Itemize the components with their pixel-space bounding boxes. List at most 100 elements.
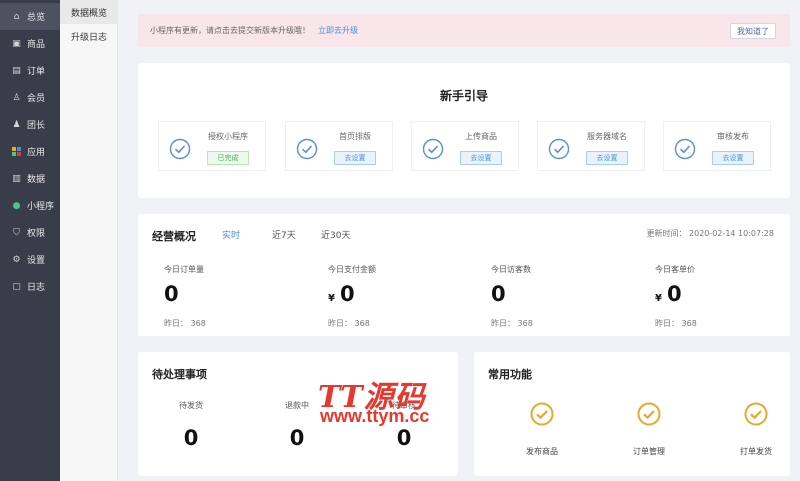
business-overview-card: 经营概况 实时 近7天 近30天 更新时间： 2020-02-14 10:07:… — [138, 214, 790, 336]
stat-label: 今日支付金额 — [328, 265, 376, 274]
sidebar-item-data[interactable]: ▥ 数据 — [0, 165, 60, 192]
tab-realtime[interactable]: 实时 — [222, 228, 240, 241]
sidebar-item-members[interactable]: ♙ 会员 — [0, 84, 60, 111]
check-circle-icon — [422, 138, 444, 160]
sidebar-item-orders[interactable]: ▤ 订单 — [0, 57, 60, 84]
guide-step-label: 授权小程序 — [208, 132, 248, 141]
sidebar-item-settings[interactable]: ⚙ 设置 — [0, 246, 60, 273]
beginner-guide-card: 新手引导 授权小程序 已完成 首页排版 去设置 上传商品 去设置 服务器域名 去… — [138, 63, 790, 198]
sidebar-item-apps[interactable]: 应用 — [0, 138, 60, 165]
check-circle-icon — [674, 138, 696, 160]
check-circle-icon — [296, 138, 318, 160]
apps-icon — [11, 147, 22, 156]
upgrade-now-link[interactable]: 立即去升级 — [318, 25, 358, 36]
miniprogram-icon: ● — [12, 200, 21, 211]
sidebar-item-label: 团长 — [27, 121, 46, 131]
home-icon: ⌂ — [13, 11, 20, 22]
guide-step-server-domain: 服务器域名 去设置 — [537, 121, 645, 171]
guide-step-label: 首页排版 — [339, 132, 371, 141]
sidebar-item-label: 商品 — [27, 40, 46, 50]
sidebar-item-label: 会员 — [27, 94, 46, 104]
shield-icon: ⛉ — [13, 227, 20, 238]
stat-label: 今日访客数 — [491, 265, 531, 274]
chart-icon: ▥ — [12, 173, 21, 184]
tab-30-days[interactable]: 近30天 — [321, 228, 350, 241]
sidebar-item-leader[interactable]: ♟ 团长 — [0, 111, 60, 138]
pending-label: 待审核 — [392, 401, 416, 410]
go-setup-button[interactable]: 去设置 — [712, 151, 754, 165]
guide-step-authorize: 授权小程序 已完成 — [158, 121, 266, 171]
subnav-item-upgrade-log[interactable]: 升级日志 — [60, 24, 118, 48]
functions-title: 常用功能 — [488, 368, 532, 381]
sub-navigation: 数据概览 升级日志 — [60, 0, 118, 481]
sidebar-item-label: 订单 — [27, 67, 46, 77]
sidebar-item-goods[interactable]: ▣ 商品 — [0, 30, 60, 57]
go-setup-button[interactable]: 去设置 — [460, 151, 502, 165]
publish-goods-button[interactable]: 发布商品 — [507, 402, 577, 462]
leader-icon: ♟ — [12, 119, 21, 130]
check-circle-icon — [169, 138, 191, 160]
pending-value: 0 — [183, 426, 199, 450]
sidebar-item-label: 应用 — [27, 148, 46, 158]
check-circle-icon — [744, 402, 768, 426]
currency-symbol: ¥ — [328, 293, 335, 304]
common-functions-card: 常用功能 发布商品 订单管理 打单发货 — [474, 352, 790, 476]
tab-7-days[interactable]: 近7天 — [272, 228, 296, 241]
stat-label: 今日订单量 — [164, 265, 204, 274]
update-time: 更新时间： 2020-02-14 10:07:28 — [646, 229, 774, 238]
order-management-button[interactable]: 订单管理 — [614, 402, 684, 462]
gear-icon: ⚙ — [12, 254, 21, 265]
sidebar-item-overview[interactable]: ⌂ 总览 — [0, 3, 60, 30]
guide-step-homepage-layout: 首页排版 去设置 — [285, 121, 393, 171]
stat-value: ¥0 — [655, 282, 682, 306]
pending-refunding[interactable]: 退款中 0 — [262, 398, 332, 468]
pending-tasks-card: 待处理事项 待发货 0 退款中 0 待审核 0 — [138, 352, 458, 476]
print-and-ship-button[interactable]: 打单发货 — [721, 402, 791, 462]
notice-text: 小程序有更新，请点击去提交新版本升级哦！ — [150, 26, 310, 35]
check-circle-icon — [548, 138, 570, 160]
check-circle-icon — [530, 402, 554, 426]
stat-value: 0 — [164, 282, 179, 306]
log-icon: ▢ — [12, 281, 21, 292]
guide-step-review-publish: 审核发布 去设置 — [663, 121, 771, 171]
sidebar-item-miniprogram[interactable]: ● 小程序 — [0, 192, 60, 219]
sidebar-item-label: 日志 — [27, 283, 46, 293]
currency-symbol: ¥ — [655, 293, 662, 304]
stat-today-orders: 今日订单量 0 昨日： 368 — [164, 262, 314, 332]
overview-title: 经营概况 — [152, 230, 196, 243]
stat-label: 今日客单价 — [655, 265, 695, 274]
dismiss-notice-button[interactable]: 我知道了 — [730, 23, 776, 39]
sidebar-item-label: 权限 — [27, 229, 46, 239]
stat-value: ¥0 — [328, 282, 355, 306]
guide-step-label: 上传商品 — [465, 132, 497, 141]
sidebar-item-label: 数据 — [27, 175, 46, 185]
guide-step-upload-goods: 上传商品 去设置 — [411, 121, 519, 171]
go-setup-button[interactable]: 去设置 — [334, 151, 376, 165]
guide-step-label: 审核发布 — [717, 132, 749, 141]
pending-label: 退款中 — [285, 401, 309, 410]
go-setup-button[interactable]: 去设置 — [586, 151, 628, 165]
subnav-item-data-overview[interactable]: 数据概览 — [60, 0, 118, 24]
pending-value: 0 — [396, 426, 412, 450]
stat-yesterday: 昨日： 368 — [328, 319, 370, 328]
goods-icon: ▣ — [12, 38, 21, 49]
pending-to-review[interactable]: 待审核 0 — [369, 398, 439, 468]
sidebar-item-permissions[interactable]: ⛉ 权限 — [0, 219, 60, 246]
pending-to-ship[interactable]: 待发货 0 — [156, 398, 226, 468]
stat-yesterday: 昨日： 368 — [655, 319, 697, 328]
order-icon: ▤ — [12, 65, 21, 76]
stat-yesterday: 昨日： 368 — [491, 319, 533, 328]
main-sidebar: ⌂ 总览 ▣ 商品 ▤ 订单 ♙ 会员 ♟ 团长 应用 ▥ 数据 ● 小程序 ⛉… — [0, 0, 60, 481]
sidebar-item-label: 总览 — [27, 13, 46, 23]
stat-today-visitors: 今日访客数 0 昨日： 368 — [491, 262, 641, 332]
user-icon: ♙ — [12, 92, 21, 103]
sidebar-item-label: 小程序 — [27, 202, 55, 212]
function-label: 发布商品 — [526, 447, 558, 456]
guide-step-label: 服务器域名 — [587, 132, 627, 141]
pending-value: 0 — [289, 426, 305, 450]
update-notice-banner: 小程序有更新，请点击去提交新版本升级哦！ 立即去升级 我知道了 — [138, 14, 790, 47]
sidebar-item-logs[interactable]: ▢ 日志 — [0, 273, 60, 300]
completed-tag: 已完成 — [207, 151, 249, 165]
check-circle-icon — [637, 402, 661, 426]
pending-title: 待处理事项 — [152, 368, 207, 381]
